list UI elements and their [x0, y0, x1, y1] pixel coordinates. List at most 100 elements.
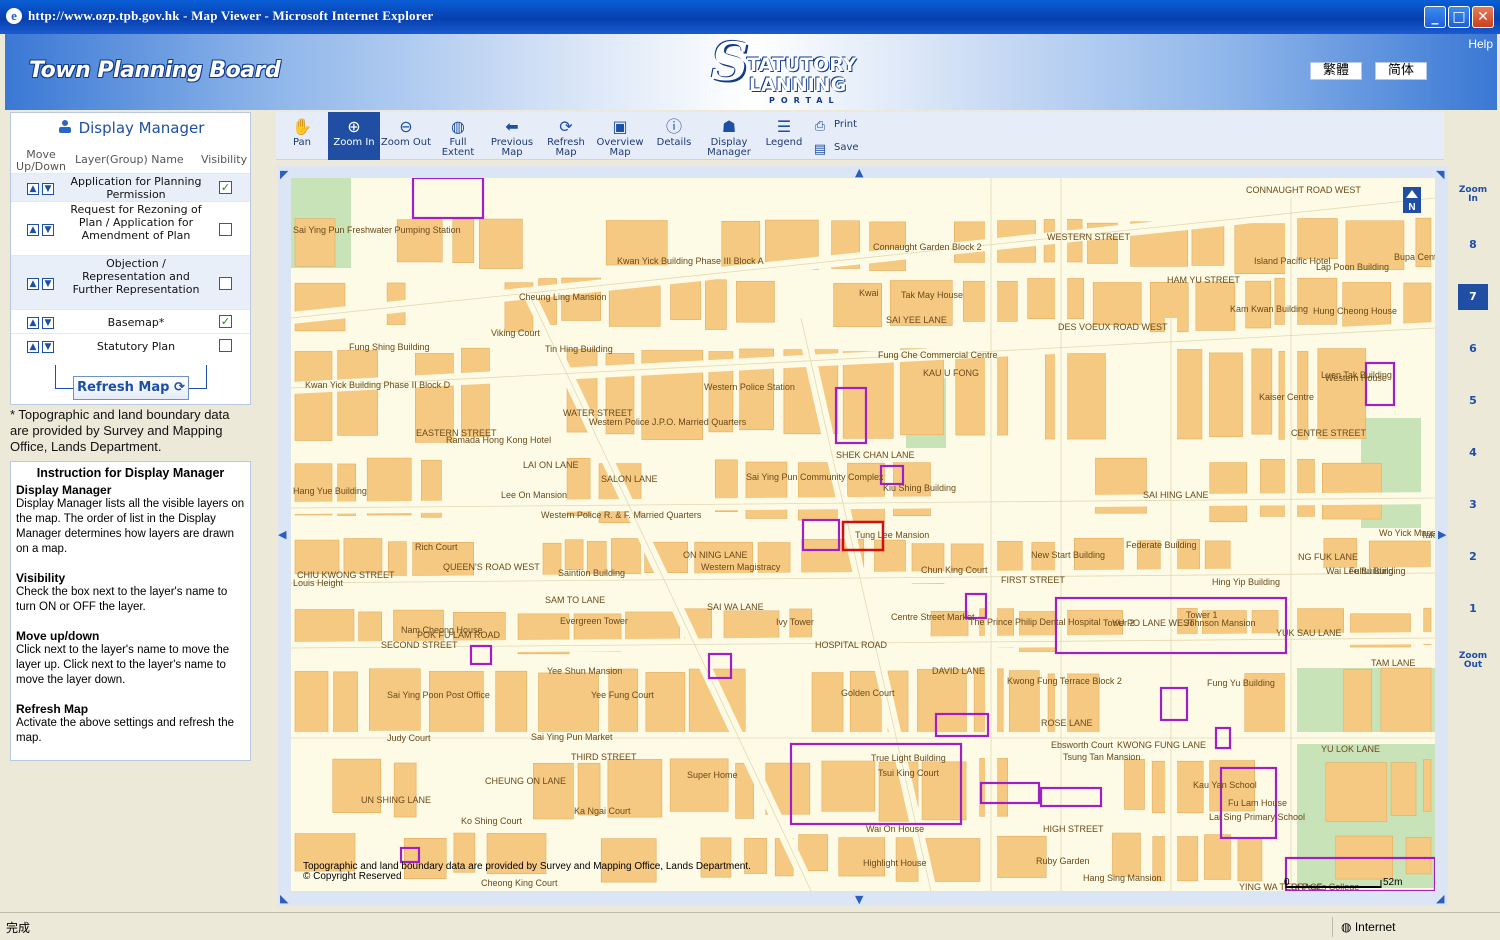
left-panel: Display Manager Move Up/Down Layer(Group… [10, 112, 251, 761]
layers-icon: ☗ [721, 117, 737, 136]
move-up-button[interactable]: ▲ [27, 278, 39, 290]
zoom-out-tool[interactable]: ⊖ Zoom Out [380, 112, 432, 160]
map-label: NG FUK LANE [1298, 552, 1358, 562]
map-label: Wai On House [866, 824, 924, 834]
map-label: Evergreen Tower [560, 616, 628, 626]
instruction-heading: Refresh Map [16, 702, 89, 716]
visibility-checkbox[interactable]: ✓ [219, 315, 232, 328]
zoom-level[interactable]: 8 [1458, 232, 1488, 258]
move-down-button[interactable]: ▼ [42, 278, 54, 290]
map-label: Kwan Yick Building Phase III Block A [617, 256, 764, 266]
globe-icon: ◍ [1341, 920, 1355, 934]
map-label: Kwong Fung Terrace Block 2 [1007, 676, 1122, 686]
zoom-level[interactable]: 5 [1458, 388, 1488, 414]
map-label: ON NING LANE [683, 550, 748, 560]
move-controls: ▲ ▼ [27, 181, 59, 195]
move-down-button[interactable]: ▼ [42, 317, 54, 329]
zoom-level[interactable]: 4 [1458, 440, 1488, 466]
move-up-button[interactable]: ▲ [27, 183, 39, 195]
zoom-in-label[interactable]: Zoom In [1454, 186, 1492, 204]
zoom-level[interactable]: 6 [1458, 336, 1488, 362]
layer-row: ▲ ▼ Objection / Representation and Furthe… [11, 255, 250, 309]
map-label: Highlight House [863, 858, 927, 868]
move-up-button[interactable]: ▲ [27, 224, 39, 236]
globe-icon: ◍ [451, 117, 465, 136]
map-label: Hing Yip Building [1212, 577, 1280, 587]
map-label: Kwan Yick Building Phase II Block D [305, 380, 451, 390]
move-controls: ▲ ▼ [27, 222, 59, 236]
pan-tool[interactable]: ✋ Pan [276, 112, 328, 160]
instruction-text: Click next to the layer's name to move t… [16, 644, 230, 686]
instruction-text: Display Manager lists all the visible la… [16, 498, 245, 555]
zoom-level[interactable]: 2 [1458, 544, 1488, 570]
statutory-planning-portal-logo[interactable]: S TATUTORY LANNING PORTAL [711, 32, 871, 108]
map-label: HAM YU STREET [1167, 275, 1240, 285]
hand-icon: ✋ [292, 117, 312, 136]
move-down-button[interactable]: ▼ [42, 183, 54, 195]
map-label: Ko Shing Court [461, 816, 523, 826]
instruction-heading: Display Manager [16, 483, 112, 497]
visibility-checkbox[interactable] [219, 339, 232, 352]
pan-northeast-arrow[interactable]: ◥ [1436, 168, 1444, 181]
help-link[interactable]: Help [1468, 37, 1493, 51]
zoom-out-label[interactable]: Zoom Out [1454, 652, 1492, 670]
close-button[interactable]: ✕ [1472, 6, 1494, 28]
info-icon: ⓘ [665, 117, 682, 136]
pan-east-arrow[interactable]: ▶ [1438, 528, 1446, 541]
visibility-checkbox[interactable]: ✓ [219, 181, 232, 194]
move-down-button[interactable]: ▼ [42, 224, 54, 236]
map-label: Western Police R. & F. Married Quarters [541, 510, 702, 520]
pan-west-arrow[interactable]: ◀ [278, 528, 286, 541]
pan-south-arrow[interactable]: ▼ [855, 893, 863, 906]
refresh-map-tool[interactable]: ⟳ Refresh Map [540, 112, 592, 160]
zoom-level[interactable]: 1 [1458, 596, 1488, 622]
map-label: TAM LANE [1371, 658, 1415, 668]
visibility-checkbox[interactable] [219, 277, 232, 290]
map-label: SAM TO LANE [545, 595, 605, 605]
details-tool[interactable]: ⓘ Details [648, 112, 700, 160]
visibility-checkbox[interactable] [219, 223, 232, 236]
zoom-out-icon: ⊖ [399, 117, 413, 136]
map-label: Fung Yu Building [1207, 678, 1275, 688]
pan-northwest-arrow[interactable]: ◤ [280, 168, 288, 181]
map-label: Fu Lam House [1228, 798, 1287, 808]
maximize-button[interactable]: □ [1448, 6, 1470, 28]
map-label: Fung Che Commercial Centre [878, 350, 998, 360]
map-canvas[interactable]: CONNAUGHT ROAD WEST Sai Ying Pun Freshwat… [291, 178, 1435, 891]
pan-southwest-arrow[interactable]: ◣ [280, 892, 288, 905]
simplified-chinese-button[interactable]: 简体 [1375, 62, 1427, 80]
security-zone: ◍ Internet [1332, 917, 1496, 937]
display-manager-header: Move Up/Down Layer(Group) Name Visibilit… [11, 149, 250, 173]
display-manager-tool[interactable]: ☗ Display Manager [700, 112, 758, 160]
refresh-map-button[interactable]: Refresh Map ⟳ [73, 376, 189, 400]
col-visibility-header: Visibility [201, 153, 248, 166]
save-button[interactable]: ▤ Save [788, 137, 868, 159]
map-label: WESTERN STREET [1047, 232, 1131, 242]
map-label: Tung Lee Mansion [855, 530, 929, 540]
previous-map-tool[interactable]: ⬅ Previous Map [484, 112, 540, 160]
map-label: Lap Poon Building [1316, 262, 1389, 272]
pan-southeast-arrow[interactable]: ◢ [1436, 892, 1444, 905]
layer-name: Application for Planning Permission [70, 175, 202, 201]
move-up-button[interactable]: ▲ [27, 341, 39, 353]
minimize-button[interactable]: _ [1424, 6, 1446, 28]
map-label: Tin Hing Building [545, 344, 613, 354]
zoom-level[interactable]: 3 [1458, 492, 1488, 518]
instructions-panel: Instruction for Display Manager Display … [10, 461, 251, 761]
print-button[interactable]: ⎙ Print [788, 114, 868, 136]
map-label: YU PO LANE WEST [1112, 618, 1195, 628]
zoom-in-tool[interactable]: ⊕ Zoom In [328, 112, 380, 160]
town-planning-board-logo[interactable]: Town Planning Board [29, 58, 281, 83]
full-extent-tool[interactable]: ◍ Full Extent [432, 112, 484, 160]
map-label: POK FU LAM ROAD [417, 630, 501, 640]
overview-map-tool[interactable]: ▣ Overview Map [592, 112, 648, 160]
map-label: Johnson Mansion [1185, 618, 1256, 628]
zoom-level-current[interactable]: 7 [1458, 284, 1488, 310]
move-up-button[interactable]: ▲ [27, 317, 39, 329]
move-down-button[interactable]: ▼ [42, 341, 54, 353]
traditional-chinese-button[interactable]: 繁體 [1310, 62, 1362, 80]
map-label: Ka Ngai Court [574, 806, 631, 816]
instruction-text: Activate the above settings and refresh … [16, 717, 234, 744]
refresh-decoration [55, 365, 73, 389]
map-label: Cheung Ling Mansion [519, 292, 607, 302]
